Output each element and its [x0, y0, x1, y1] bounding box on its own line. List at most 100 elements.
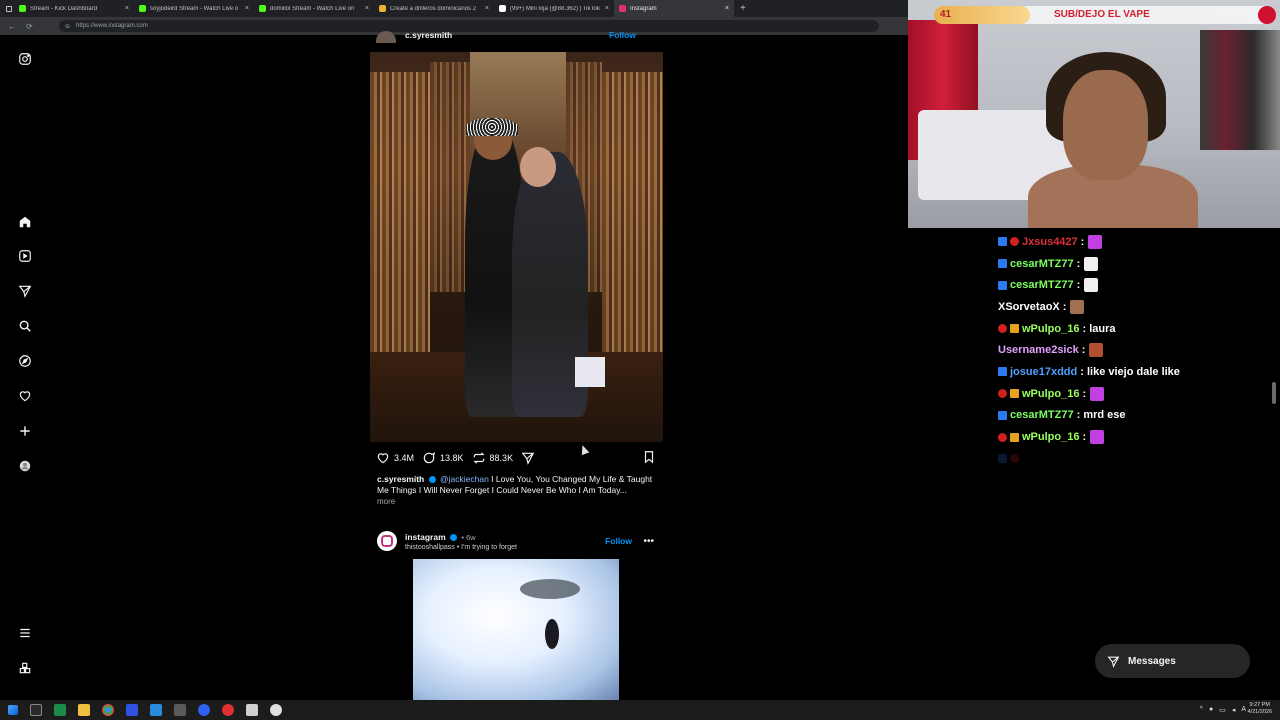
repost-button[interactable]: 88.3K — [472, 451, 514, 465]
app-icon-round[interactable] — [198, 704, 210, 716]
verified-badge-icon — [450, 533, 457, 541]
browser-tab[interactable]: (99+) Mini loja (@88.362) | TikTok × — [494, 0, 614, 17]
chat-emote-icon — [1088, 234, 1103, 249]
share-icon — [521, 452, 535, 465]
post2-avatar[interactable] — [377, 531, 397, 551]
new-tab-button[interactable]: + — [740, 3, 746, 14]
viewer-count-badge: 41 — [934, 6, 1030, 24]
browser-tab-strip: Stream - Kick Dashboard × soyjodeird Strea… — [0, 0, 910, 17]
post2-follow-button[interactable]: Follow — [605, 536, 632, 546]
tab-title: (99+) Mini loja (@88.362) | TikTok — [510, 5, 600, 12]
create-plus-icon[interactable] — [15, 421, 35, 441]
site-info-icon[interactable]: ⊝ — [65, 23, 70, 30]
app-icon-green[interactable] — [54, 704, 66, 716]
search-icon[interactable] — [15, 316, 35, 336]
instagram-logo-icon[interactable] — [15, 49, 35, 69]
language-icon[interactable]: A — [1241, 706, 1246, 714]
post2-image[interactable] — [370, 559, 663, 700]
chat-message: XSorvetaoX: — [998, 296, 1268, 318]
reels-icon[interactable] — [15, 246, 35, 266]
caption-mention[interactable]: @jackiechan — [440, 474, 489, 484]
tab-close-icon[interactable]: × — [725, 5, 729, 12]
instagram-sidebar — [0, 35, 50, 700]
verified-badge-icon — [428, 476, 436, 484]
also-from-meta-icon[interactable] — [15, 658, 35, 678]
chat-badge-kick-icon — [998, 237, 1007, 247]
browser-tab[interactable]: Instagram × — [614, 0, 734, 17]
url-text: https://www.instagram.com — [76, 23, 148, 29]
network-icon[interactable]: ▭ — [1219, 706, 1226, 714]
start-icon[interactable] — [8, 705, 18, 715]
post1-author[interactable]: c.syresmith — [405, 30, 452, 40]
home-icon[interactable] — [15, 212, 35, 232]
chat-username[interactable]: wPulpo_16 — [1022, 323, 1079, 335]
save-button[interactable] — [642, 450, 656, 466]
chrome-icon[interactable] — [102, 704, 114, 716]
back-icon[interactable]: ← — [8, 22, 16, 31]
chat-username[interactable]: cesarMTZ77 — [1010, 279, 1074, 291]
file-explorer-icon[interactable] — [78, 704, 90, 716]
share-button[interactable] — [521, 451, 535, 465]
post1-image[interactable] — [370, 52, 663, 442]
tab-close-icon[interactable]: × — [365, 5, 369, 12]
notifications-heart-icon[interactable] — [15, 386, 35, 406]
profile-avatar-icon[interactable] — [15, 456, 35, 476]
app-icon-light[interactable] — [246, 704, 258, 716]
post2-more-options-icon[interactable]: ••• — [643, 536, 654, 547]
page-scrollbar[interactable] — [1272, 382, 1276, 404]
tab-list-icon[interactable] — [4, 0, 14, 17]
browser-tab[interactable]: soyjodeird Stream - Watch Live o × — [134, 0, 254, 17]
messages-button[interactable]: Messages — [1095, 644, 1250, 678]
chat-username[interactable]: cesarMTZ77 — [1010, 258, 1074, 270]
volume-icon[interactable]: ◂ — [1232, 706, 1236, 714]
chat-badge-sub-icon — [1010, 389, 1019, 399]
chat-text: : — [1076, 257, 1081, 270]
clock-time: 9:27 PM — [1249, 702, 1270, 708]
tab-close-icon[interactable]: × — [605, 5, 609, 12]
obs-icon[interactable] — [222, 704, 234, 716]
store-icon[interactable] — [126, 704, 138, 716]
chat-username[interactable]: wPulpo_16 — [1022, 388, 1079, 400]
task-view-icon[interactable] — [30, 704, 42, 716]
tab-close-icon[interactable]: × — [125, 5, 129, 12]
chat-text: : like viejo dale like — [1080, 365, 1180, 378]
browser-tab[interactable]: domiilol Stream - Watch Live on × — [254, 0, 374, 17]
tray-chevron-icon[interactable]: ^ — [1200, 706, 1203, 714]
tab-close-icon[interactable]: × — [245, 5, 249, 12]
chat-badge-kick-icon — [998, 280, 1007, 290]
chat-badge-sub-icon — [1010, 324, 1019, 334]
more-menu-icon[interactable] — [15, 623, 35, 643]
chat-username[interactable]: Username2sick — [998, 344, 1079, 356]
caption-more-link[interactable]: more — [377, 497, 395, 506]
microphone-icon[interactable]: ● — [1209, 706, 1213, 714]
post1-avatar[interactable] — [376, 31, 396, 43]
chat-username[interactable]: wPulpo_16 — [1022, 431, 1079, 443]
app-icon-blue[interactable] — [150, 704, 162, 716]
direct-send-icon[interactable] — [15, 281, 35, 301]
chat-username[interactable]: XSorvetaoX — [998, 301, 1060, 313]
chat-badge-kick-icon — [998, 259, 1007, 269]
app-icon-gray[interactable] — [174, 704, 186, 716]
chat-username[interactable]: Jxsus4427 — [1022, 236, 1078, 248]
caption-username[interactable]: c.syresmith — [377, 474, 424, 484]
chat-message: cesarMTZ77: — [998, 253, 1268, 275]
browser-tab[interactable]: Stream - Kick Dashboard × — [14, 0, 134, 17]
chat-username[interactable]: cesarMTZ77 — [1010, 409, 1074, 421]
repost-count: 88.3K — [489, 453, 514, 463]
tab-title: Create a drilleros dominicanos 2 — [390, 5, 477, 12]
browser-tab[interactable]: Create a drilleros dominicanos 2 × — [374, 0, 494, 17]
post1-follow-button[interactable]: Follow — [609, 30, 636, 40]
tab-close-icon[interactable]: × — [485, 5, 489, 12]
clock[interactable]: 9:27 PM 4/21/2026 — [1248, 702, 1272, 716]
chat-username[interactable]: josue17xddd — [1010, 366, 1077, 378]
post2-author[interactable]: instagram — [405, 532, 446, 542]
refresh-icon[interactable]: ⟳ — [26, 22, 33, 31]
post2-audio-subtitle[interactable]: thistooshallpass • I'm trying to forget — [405, 544, 517, 551]
chat-text: : — [1080, 235, 1085, 248]
like-button[interactable]: 3.4M — [376, 451, 414, 465]
explore-icon[interactable] — [15, 351, 35, 371]
streamer-webcam: 41 SUB/DEJO EL VAPE — [908, 0, 1280, 228]
comment-button[interactable]: 13.8K — [422, 451, 464, 465]
app-icon-white[interactable] — [270, 704, 282, 716]
chat-emote-icon — [1084, 256, 1099, 271]
